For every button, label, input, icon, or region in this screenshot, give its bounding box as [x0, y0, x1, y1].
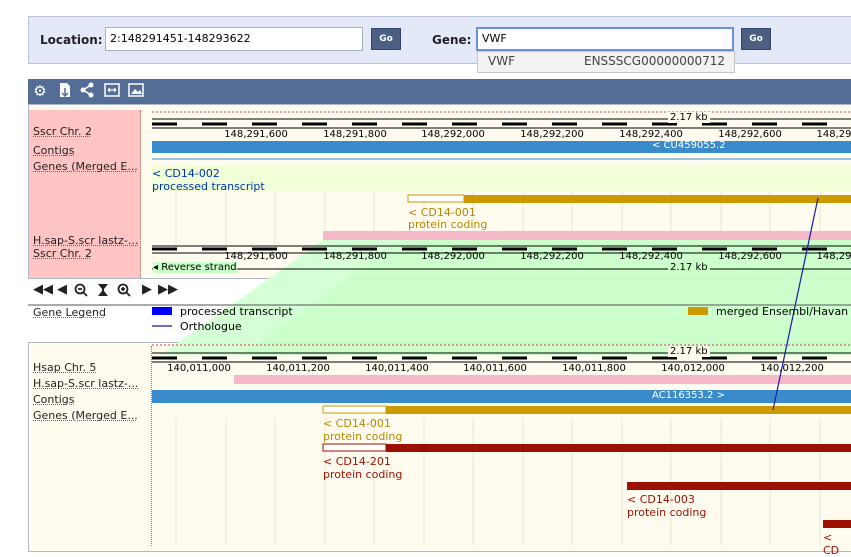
scroll-far-right-icon[interactable]: ▶▶ [158, 283, 172, 297]
track-label-lastz-bottom[interactable]: H.sap-S.scr lastz-... [33, 377, 138, 390]
bottom-contig-label[interactable]: AC116353.2 > [652, 390, 725, 401]
legend-processed: processed transcript [180, 305, 293, 318]
legend-swatch-processed [152, 307, 172, 315]
top-tick: 148,291,800 [323, 129, 387, 140]
track-label-hsap-chr5[interactable]: Hsap Chr. 5 [33, 361, 96, 374]
bottom-tick: 140,011,000 [167, 363, 231, 374]
top-tick: 148,292,000 [421, 129, 485, 140]
bottom-gene3-name[interactable]: < CD14-003 [627, 493, 695, 506]
track-label-genes[interactable]: Genes (Merged E... [33, 160, 138, 173]
zoom-out-icon[interactable] [74, 283, 88, 297]
bottom-gene-cd14-001 [386, 406, 851, 414]
bottom-tick: 140,012,200 [760, 363, 824, 374]
scroll-left-icon[interactable]: ◀ [55, 283, 69, 297]
bottom-gene1-name[interactable]: < CD14-001 [323, 417, 391, 430]
bottom-tick: 140,011,800 [562, 363, 626, 374]
top-tick: 148,292,600 [718, 129, 782, 140]
bottom-tick: 140,012,000 [661, 363, 725, 374]
bottom-contig-bar [152, 390, 851, 403]
bottom-label-column [29, 346, 152, 546]
bottom-gene-cd14-201 [386, 444, 851, 452]
scroll-far-left-icon[interactable]: ◀◀ [33, 283, 47, 297]
top-contig-label[interactable]: < CU459055.2 [652, 140, 726, 151]
gene2-type: protein coding [408, 218, 487, 231]
top-tick: 148,292,200 [520, 129, 584, 140]
top-gene-utr [408, 195, 464, 202]
bottom-gene4-name[interactable]: < CD [823, 531, 851, 557]
bottom-gene2-name[interactable]: < CD14-201 [323, 455, 391, 468]
top2-tick: 148,29 [817, 251, 851, 262]
strand-text: Reverse strand [161, 262, 236, 273]
track-label-sscr-chr2[interactable]: Sscr Chr. 2 [33, 125, 92, 138]
track-label-contigs[interactable]: Contigs [33, 144, 74, 157]
top-tick: 148,291,600 [224, 129, 288, 140]
bottom-gene1-type: protein coding [323, 430, 402, 443]
legend-merged: merged Ensembl/Havan [716, 305, 848, 318]
bottom-scale-label: 2.17 kb [668, 346, 710, 357]
top-gene-cd14-001 [464, 195, 851, 203]
top2-tick: 148,291,600 [224, 251, 288, 262]
top-contig-bar [152, 141, 851, 153]
bottom-gene-cd14-003 [627, 482, 851, 490]
bottom-lastz-bar [234, 375, 851, 384]
bottom-gene-cd-partial [823, 520, 851, 528]
bottom-tick: 140,011,600 [463, 363, 527, 374]
track-label-contigs-bottom[interactable]: Contigs [33, 393, 74, 406]
bottom-tick: 140,011,400 [365, 363, 429, 374]
scroll-right-icon[interactable]: ▶ [140, 283, 154, 297]
drag-region-icon[interactable] [96, 283, 110, 297]
legend-orthologue: Orthologue [180, 320, 242, 333]
track-label-genes-bottom[interactable]: Genes (Merged E... [33, 409, 138, 422]
zoom-in-icon[interactable] [117, 283, 131, 297]
top-ruler [152, 119, 851, 128]
gene-legend-label[interactable]: Gene Legend [33, 306, 106, 319]
top2-tick: 148,292,200 [520, 251, 584, 262]
top2-tick: 148,292,400 [619, 251, 683, 262]
top-lastz-bar [323, 231, 851, 240]
top-scale-label: 2.17 kb [668, 112, 710, 123]
legend-swatch-merged [688, 307, 708, 315]
top-tick: 148,292,400 [619, 129, 683, 140]
top2-tick: 148,292,000 [421, 251, 485, 262]
track-label-lastz[interactable]: H.sap-S.scr lastz-... [33, 234, 138, 247]
reverse-strand-label: ◂ Reverse strand [153, 262, 237, 273]
gene1-name[interactable]: < CD14-002 [152, 167, 220, 180]
top2-tick: 148,291,800 [323, 251, 387, 262]
bottom-gene2-type: protein coding [323, 468, 402, 481]
top2-scale-label: 2.17 kb [668, 262, 710, 273]
bottom-gene3-type: protein coding [627, 506, 706, 519]
top2-tick: 148,292,600 [718, 251, 782, 262]
gene1-type: processed transcript [152, 180, 265, 193]
bottom-tick: 140,011,200 [266, 363, 330, 374]
top-tick: 148,29 [817, 129, 851, 140]
track-label-sscr-chr2-b[interactable]: Sscr Chr. 2 [33, 247, 92, 260]
